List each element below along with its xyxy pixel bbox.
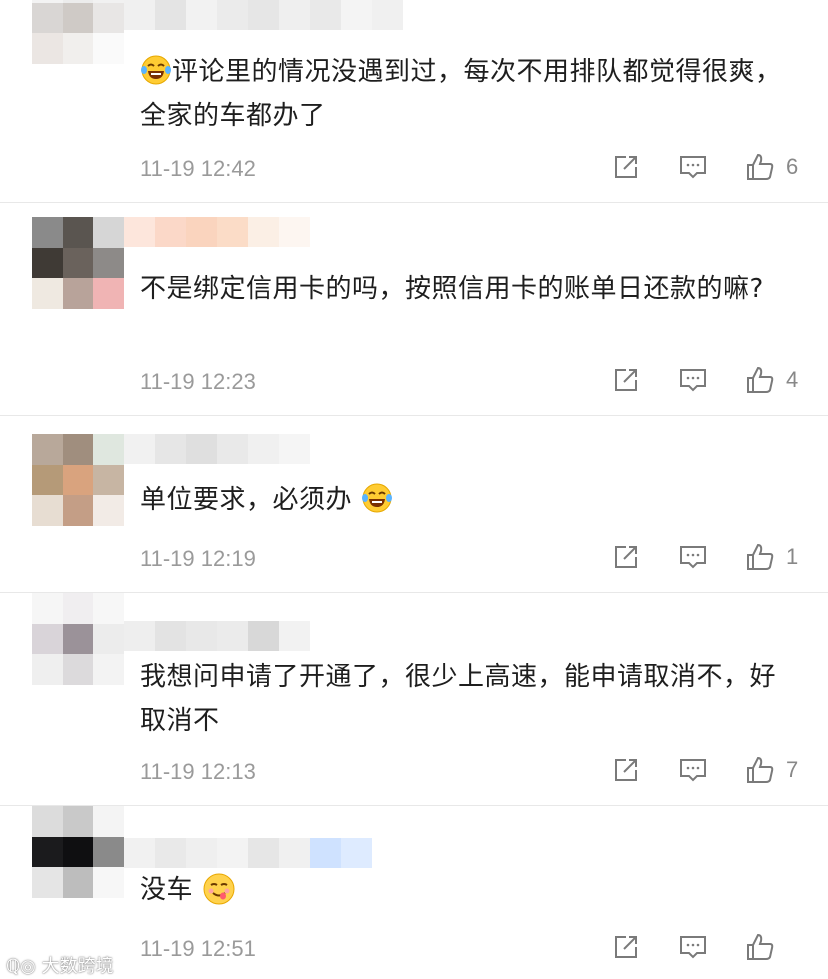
username-blurred[interactable] — [124, 0, 403, 30]
comment-item: 我想问申请了开通了，很少上高速，能申请取消不，好取消不 11-19 12:13 … — [0, 593, 828, 805]
like-count: 4 — [786, 367, 799, 392]
share-icon — [615, 759, 637, 781]
thumbs-up-icon — [747, 756, 774, 783]
like-count: 7 — [786, 757, 799, 782]
username-blurred[interactable] — [124, 838, 372, 868]
comment-actions: 1 — [575, 541, 800, 573]
comment-icon — [680, 369, 706, 392]
like-button[interactable] — [744, 931, 776, 963]
share-icon — [615, 936, 637, 958]
reply-button[interactable] — [677, 151, 709, 183]
share-button[interactable] — [610, 754, 642, 786]
share-icon — [615, 156, 637, 178]
share-button[interactable] — [610, 541, 642, 573]
thumbs-up-icon — [747, 153, 774, 180]
comment-time: 11-19 12:23 — [140, 369, 256, 394]
comment-icon — [680, 936, 706, 959]
laugh-tears-icon — [140, 54, 172, 86]
comment-text: 没车 — [140, 868, 800, 912]
comment-text: 不是绑定信用卡的吗，按照信用卡的账单日还款的嘛? — [140, 274, 764, 304]
comment-actions: 4 — [575, 364, 800, 396]
avatar[interactable] — [32, 593, 124, 685]
avatar[interactable] — [32, 434, 124, 526]
comment-actions — [575, 931, 800, 963]
share-icon — [615, 546, 637, 568]
comment-item: 没车 11-19 12:51 — [0, 806, 828, 979]
comment-item: 单位要求，必须办 11-19 12:19 1 — [0, 416, 828, 592]
reply-button[interactable] — [677, 931, 709, 963]
laugh-tears-icon — [361, 482, 393, 514]
avatar[interactable] — [32, 0, 124, 64]
like-count: 6 — [786, 154, 799, 179]
comment-icon — [680, 546, 706, 569]
avatar[interactable] — [32, 217, 124, 309]
comment-text: 我想问申请了开通了，很少上高速，能申请取消不，好取消不 — [140, 662, 777, 736]
watermark-text: 大数跨境 — [41, 956, 114, 977]
thumbs-up-icon — [747, 366, 774, 393]
username-blurred[interactable] — [124, 217, 310, 247]
avatar[interactable] — [32, 806, 124, 898]
like-button[interactable] — [744, 151, 776, 183]
comment-text: 评论里的情况没遇到过，每次不用排队都觉得很爽，全家的车都办了 — [140, 50, 800, 138]
reply-button[interactable] — [677, 364, 709, 396]
thumbs-up-icon — [747, 543, 774, 570]
reply-button[interactable] — [677, 754, 709, 786]
comment-time: 11-19 12:42 — [140, 156, 256, 181]
share-button[interactable] — [610, 931, 642, 963]
like-button[interactable] — [744, 754, 776, 786]
comment-actions: 7 — [575, 754, 800, 786]
share-button[interactable] — [610, 364, 642, 396]
watermark: ℚ◎ 大数跨境 — [6, 952, 114, 978]
comment-icon — [680, 759, 706, 782]
comment-item: 评论里的情况没遇到过，每次不用排队都觉得很爽，全家的车都办了 11-19 12:… — [0, 0, 828, 202]
yum-face-icon — [202, 872, 235, 905]
like-count: 1 — [786, 544, 799, 569]
comment-time: 11-19 12:19 — [140, 546, 256, 571]
like-button[interactable] — [744, 364, 776, 396]
username-blurred[interactable] — [124, 434, 310, 464]
comment-text: 单位要求，必须办 — [140, 478, 800, 522]
comment-time: 11-19 12:13 — [140, 759, 256, 784]
thumbs-up-icon — [747, 933, 774, 960]
share-icon — [615, 369, 637, 391]
share-button[interactable] — [610, 151, 642, 183]
comment-item: 不是绑定信用卡的吗，按照信用卡的账单日还款的嘛? 11-19 12:23 4 — [0, 203, 828, 415]
watermark-logo-icon: ℚ◎ — [6, 956, 36, 977]
like-button[interactable] — [744, 541, 776, 573]
username-blurred[interactable] — [124, 621, 310, 651]
comment-time: 11-19 12:51 — [140, 936, 256, 961]
comment-actions: 6 — [575, 151, 800, 183]
reply-button[interactable] — [677, 541, 709, 573]
comment-icon — [680, 156, 706, 179]
